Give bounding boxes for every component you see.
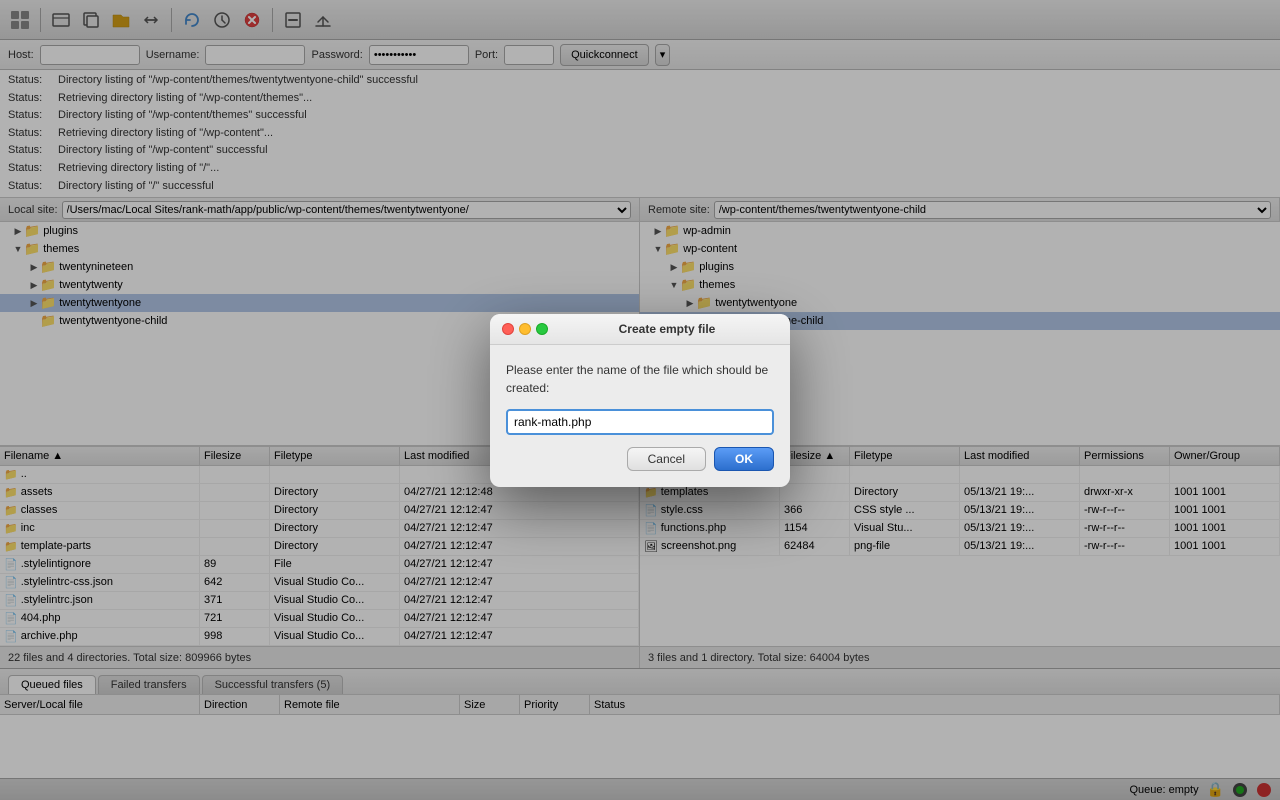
zoom-button[interactable] bbox=[536, 323, 548, 335]
create-file-dialog: Create empty file Please enter the name … bbox=[490, 314, 790, 487]
close-button[interactable] bbox=[502, 323, 514, 335]
filename-input[interactable] bbox=[506, 409, 774, 435]
dialog-buttons: Cancel OK bbox=[506, 447, 774, 471]
cancel-button[interactable]: Cancel bbox=[627, 447, 706, 471]
dialog-overlay: Create empty file Please enter the name … bbox=[0, 0, 1280, 800]
dialog-message: Please enter the name of the file which … bbox=[506, 361, 774, 397]
traffic-lights bbox=[502, 323, 548, 335]
dialog-title: Create empty file bbox=[556, 322, 778, 336]
dialog-titlebar: Create empty file bbox=[490, 314, 790, 345]
ok-button[interactable]: OK bbox=[714, 447, 774, 471]
dialog-body: Please enter the name of the file which … bbox=[490, 345, 790, 487]
minimize-button[interactable] bbox=[519, 323, 531, 335]
